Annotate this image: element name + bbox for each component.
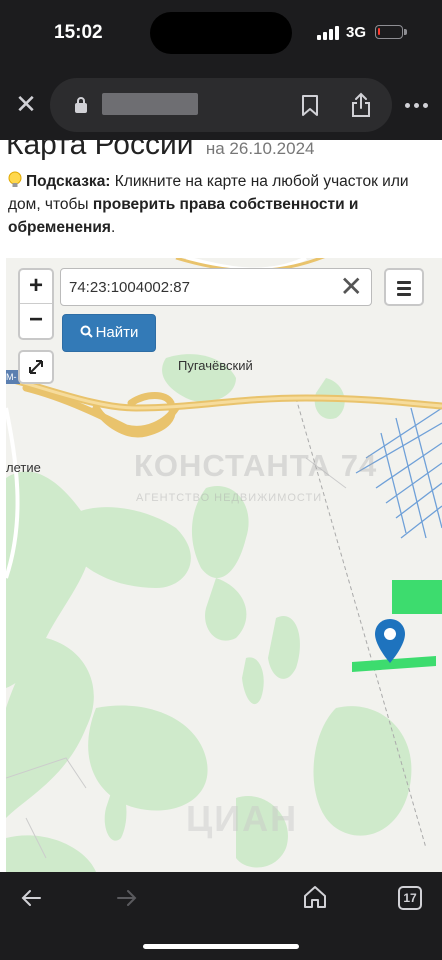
home-icon[interactable] bbox=[302, 884, 328, 910]
page-title-text: Карта России bbox=[6, 140, 194, 161]
tabs-count-button[interactable]: 17 bbox=[398, 886, 422, 910]
browser-toolbar: 17 bbox=[0, 872, 442, 960]
lightbulb-icon bbox=[8, 171, 22, 187]
watermark-title: КОНСТАНТА 74 bbox=[134, 448, 378, 483]
hint-prefix: Подсказка: bbox=[26, 173, 111, 190]
signal-icon bbox=[317, 26, 339, 40]
page-title: Карта России на 26.10.2024 bbox=[6, 140, 315, 162]
bookmark-icon[interactable] bbox=[300, 94, 320, 118]
clock: 15:02 bbox=[54, 22, 103, 43]
search-icon bbox=[80, 325, 93, 338]
zoom-control: + − bbox=[18, 268, 54, 340]
more-icon[interactable] bbox=[405, 103, 428, 108]
forward-arrow-icon[interactable] bbox=[114, 886, 138, 910]
watermark-cian: ЦИАН bbox=[186, 798, 299, 839]
battery-icon bbox=[375, 25, 407, 39]
find-button[interactable]: Найти bbox=[62, 314, 156, 352]
hint-text: Подсказка: Кликните на карте на любой уч… bbox=[8, 170, 436, 239]
cadastral-number-input[interactable] bbox=[69, 276, 329, 298]
web-page: Карта России на 26.10.2024 Подсказка: Кл… bbox=[0, 140, 442, 872]
browser-address-bar: ✕ bbox=[0, 68, 442, 140]
place-label-partial: летие bbox=[6, 460, 41, 475]
clear-search-icon[interactable]: ✕ bbox=[340, 273, 363, 301]
share-icon[interactable] bbox=[350, 92, 372, 118]
lock-icon bbox=[75, 97, 87, 113]
status-bar: 15:02 3G bbox=[0, 0, 442, 68]
page-title-date: на 26.10.2024 bbox=[205, 140, 315, 158]
dynamic-island bbox=[150, 12, 292, 54]
url-text-redacted[interactable] bbox=[102, 93, 198, 115]
home-indicator bbox=[143, 944, 299, 949]
cadastral-search: ✕ bbox=[60, 268, 372, 306]
network-type: 3G bbox=[346, 24, 367, 41]
watermark-subtitle: АГЕНТСТВО НЕДВИЖИМОСТИ bbox=[136, 492, 323, 504]
fullscreen-button[interactable] bbox=[18, 350, 54, 384]
expand-icon bbox=[29, 360, 43, 374]
back-arrow-icon[interactable] bbox=[20, 886, 44, 910]
map-pin-icon[interactable] bbox=[374, 618, 406, 664]
menu-icon bbox=[397, 281, 411, 299]
hint-end: . bbox=[110, 219, 116, 236]
close-icon[interactable]: ✕ bbox=[12, 90, 40, 118]
find-button-label: Найти bbox=[95, 324, 139, 341]
place-label-pugachevsky: Пугачёвский bbox=[178, 358, 253, 373]
map-view[interactable]: М- Пугачёвский летие КОНСТАНТА 74 АГЕНТС… bbox=[6, 258, 442, 872]
zoom-in-button[interactable]: + bbox=[20, 270, 52, 304]
zoom-out-button[interactable]: − bbox=[20, 304, 52, 338]
layers-menu-button[interactable] bbox=[384, 268, 424, 306]
